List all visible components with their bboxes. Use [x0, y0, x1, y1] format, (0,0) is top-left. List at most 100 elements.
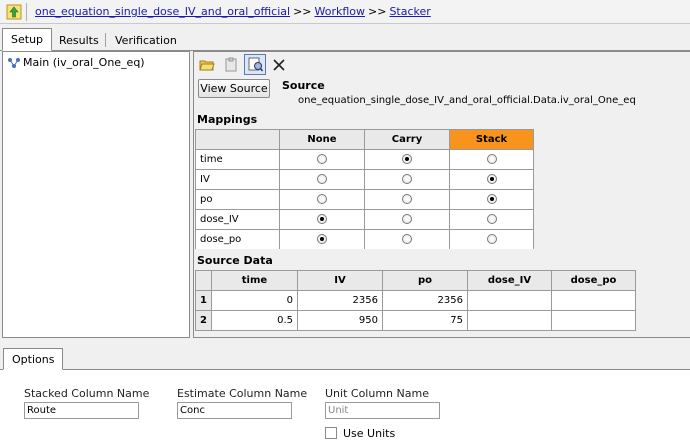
table-cell: 0.5: [211, 310, 298, 331]
mappings-row: dose_IV: [195, 209, 534, 230]
mappings-cell: [279, 209, 365, 230]
use-units-label: Use Units: [343, 427, 396, 440]
mappings-row: time: [195, 149, 534, 170]
estimate-column-input[interactable]: [177, 402, 292, 419]
radio-stack[interactable]: [486, 214, 497, 224]
source-data-col-dose-iv[interactable]: dose_IV: [467, 270, 552, 291]
radio-carry[interactable]: [402, 154, 412, 164]
mappings-cell: [279, 229, 365, 249]
mappings-cell: [364, 169, 450, 190]
tab-divider: [105, 33, 106, 47]
mappings-grid-viewport[interactable]: None Carry Stack time IV po dose_IV dose_po: [195, 129, 689, 249]
breadcrumb-bar: one_equation_single_dose_IV_and_oral_off…: [0, 0, 690, 24]
table-cell: 950: [297, 310, 383, 331]
radio-stack[interactable]: [486, 234, 497, 244]
stacked-column-input[interactable]: [24, 402, 139, 419]
mappings-cell: [449, 149, 534, 170]
setup-panel: View Source Source one_equation_single_d…: [193, 51, 690, 338]
radio-carry[interactable]: [402, 194, 412, 204]
source-data-col-po[interactable]: po: [382, 270, 468, 291]
radio-stack[interactable]: [486, 194, 497, 204]
mappings-col-carry: Carry: [364, 129, 450, 150]
source-data-col-dose-po[interactable]: dose_po: [551, 270, 636, 291]
source-data-title: Source Data: [197, 254, 273, 267]
table-cell: 0: [211, 290, 298, 311]
breadcrumb-separator: >>: [368, 5, 387, 18]
source-path: one_equation_single_dose_IV_and_oral_off…: [298, 95, 636, 106]
mappings-cell: [449, 229, 534, 249]
workflow-tree: Main (iv_oral_One_eq): [2, 51, 190, 338]
breadcrumb-stacker-link[interactable]: Stacker: [389, 5, 430, 18]
mappings-cell: [364, 229, 450, 249]
radio-carry[interactable]: [402, 174, 412, 184]
tab-verification[interactable]: Verification: [107, 30, 185, 51]
mappings-row-label: IV: [195, 169, 280, 190]
table-cell: [551, 290, 636, 311]
radio-none[interactable]: [317, 174, 327, 184]
radio-carry[interactable]: [402, 214, 412, 224]
mappings-cell: [449, 169, 534, 190]
mappings-cell: [279, 169, 365, 190]
mappings-grid: None Carry Stack time IV po dose_IV dose_po: [195, 129, 534, 249]
source-data-col-time[interactable]: time: [211, 270, 298, 291]
mappings-row-label: time: [195, 149, 280, 170]
unit-column-input[interactable]: [325, 402, 440, 419]
radio-none[interactable]: [317, 154, 327, 164]
tab-results[interactable]: Results: [51, 30, 107, 51]
radio-none[interactable]: [317, 194, 327, 204]
use-units-checkbox[interactable]: [325, 427, 337, 439]
tab-setup[interactable]: Setup: [2, 28, 53, 51]
mappings-corner: [195, 129, 280, 150]
mappings-title: Mappings: [197, 113, 258, 126]
source-title: Source: [282, 79, 325, 92]
table-cell: [551, 310, 636, 331]
source-data-col-iv[interactable]: IV: [297, 270, 383, 291]
main-tabstrip: Setup Results Verification: [0, 28, 690, 51]
mappings-cell: [449, 209, 534, 230]
unit-column-label: Unit Column Name: [325, 387, 429, 400]
mappings-row-label: po: [195, 189, 280, 210]
radio-none[interactable]: [317, 214, 327, 224]
mappings-col-stack: Stack: [449, 129, 534, 150]
radio-none[interactable]: [317, 234, 327, 244]
mappings-cell: [449, 189, 534, 210]
mappings-row: po: [195, 189, 534, 210]
paste-icon[interactable]: [220, 54, 242, 75]
table-cell: 2356: [382, 290, 468, 311]
estimate-column-label: Estimate Column Name: [177, 387, 308, 400]
mappings-cell: [279, 149, 365, 170]
breadcrumb-separator: >>: [293, 5, 312, 18]
row-number: 2: [195, 310, 212, 331]
table-row: 1 0 2356 2356: [195, 290, 636, 311]
table-cell: 2356: [297, 290, 383, 311]
workflow-node-icon: [8, 58, 20, 68]
source-data-viewport[interactable]: time IV po dose_IV dose_po 1 0 2356 2356 2 0.5 950…: [195, 270, 689, 337]
mappings-cell: [364, 189, 450, 210]
table-cell: 75: [382, 310, 468, 331]
mappings-row-label: dose_IV: [195, 209, 280, 230]
open-folder-icon[interactable]: [196, 54, 218, 75]
radio-stack[interactable]: [486, 154, 497, 164]
settings-icon[interactable]: [244, 54, 266, 75]
tab-options[interactable]: Options: [3, 348, 64, 370]
breadcrumb-divider: [26, 3, 27, 21]
radio-stack[interactable]: [486, 174, 497, 184]
radio-carry[interactable]: [402, 234, 412, 244]
tree-node-main[interactable]: Main (iv_oral_One_eq): [7, 56, 145, 69]
mappings-cell: [364, 209, 450, 230]
row-number: 1: [195, 290, 212, 311]
up-arrow-icon[interactable]: [6, 4, 22, 20]
source-data-grid: time IV po dose_IV dose_po 1 0 2356 2356 2 0.5 950…: [195, 270, 636, 331]
mappings-row: IV: [195, 169, 534, 190]
breadcrumb-project-link[interactable]: one_equation_single_dose_IV_and_oral_off…: [35, 5, 290, 18]
options-panel: Stacked Column Name Estimate Column Name…: [0, 370, 690, 442]
mappings-col-none: None: [279, 129, 365, 150]
breadcrumb-workflow-link[interactable]: Workflow: [315, 5, 366, 18]
close-icon[interactable]: [268, 54, 290, 75]
view-source-button[interactable]: View Source: [198, 79, 270, 98]
source-data-corner: [195, 270, 212, 291]
mappings-row: dose_po: [195, 229, 534, 249]
breadcrumb: one_equation_single_dose_IV_and_oral_off…: [35, 5, 431, 18]
options-tabstrip: Options: [0, 348, 690, 370]
tree-node-label: Main (iv_oral_One_eq): [23, 56, 145, 69]
